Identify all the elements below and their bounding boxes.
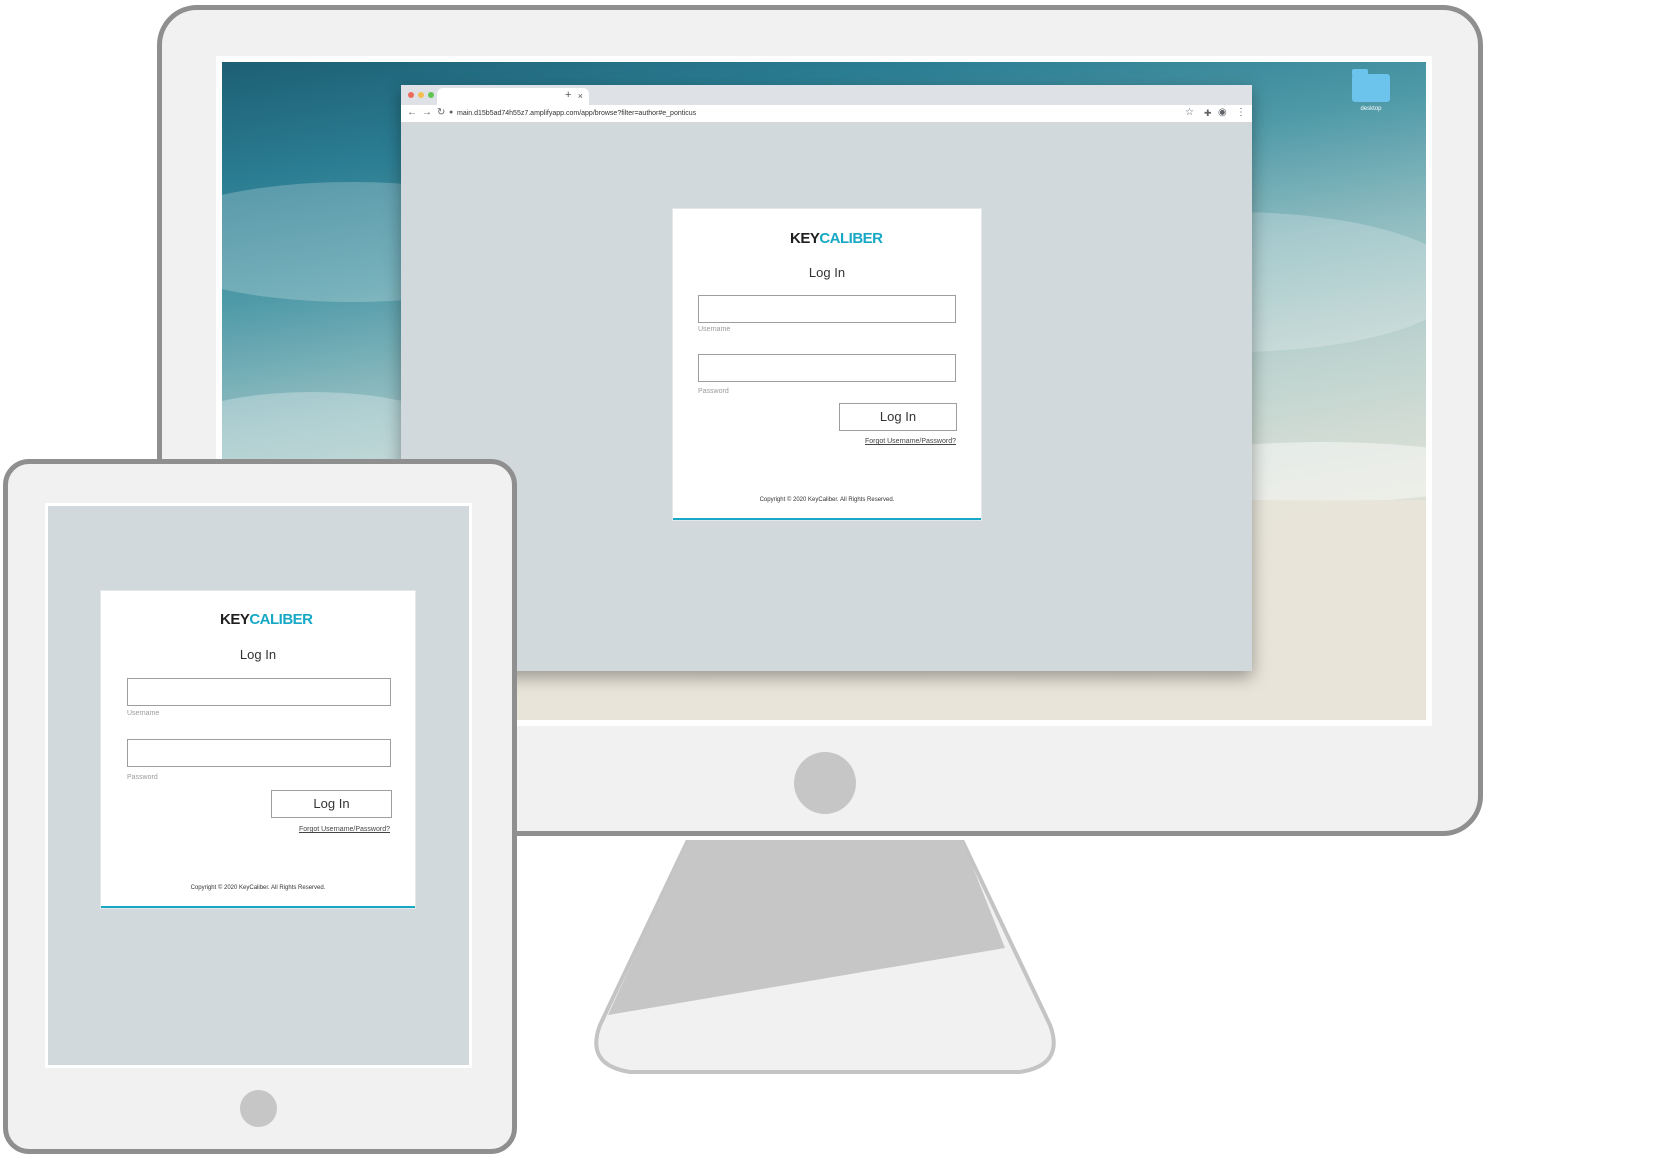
login-card: KEYCALIBER Log In Username Password Log … bbox=[673, 209, 981, 520]
extensions-icon[interactable]: ✚ bbox=[1204, 106, 1212, 120]
lock-icon: ● bbox=[449, 109, 454, 116]
desktop-folder-label: desktop bbox=[1360, 106, 1382, 112]
login-button[interactable]: Log In bbox=[271, 790, 392, 818]
minimize-window-button[interactable] bbox=[418, 92, 424, 98]
username-field[interactable] bbox=[698, 295, 956, 323]
monitor-stand bbox=[594, 840, 1056, 1074]
password-field[interactable] bbox=[127, 739, 391, 767]
new-tab-icon[interactable]: + bbox=[565, 88, 571, 102]
back-icon[interactable]: ← bbox=[407, 106, 417, 120]
tablet-screen: KEYCALIBER Log In Username Password Log … bbox=[45, 503, 472, 1068]
address-bar[interactable]: main.d15b5ad74h55z7.amplifyapp.com/app/b… bbox=[457, 107, 696, 120]
login-button[interactable]: Log In bbox=[839, 403, 957, 431]
maximize-window-button[interactable] bbox=[428, 92, 434, 98]
login-card: KEYCALIBER Log In Username Password Log … bbox=[101, 591, 415, 908]
tablet-home-button bbox=[240, 1090, 277, 1127]
star-icon[interactable]: ☆ bbox=[1185, 106, 1194, 120]
password-field[interactable] bbox=[698, 354, 956, 382]
browser-tab-bar: × + bbox=[401, 85, 1252, 105]
folder-icon bbox=[1352, 69, 1390, 102]
browser-window: × + ← → ↻ ● main.d15b5ad74h55z7.amplifya… bbox=[401, 85, 1252, 671]
tab-close-icon[interactable]: × bbox=[578, 90, 583, 102]
browser-toolbar: ← → ↻ ● main.d15b5ad74h55z7.amplifyapp.c… bbox=[401, 105, 1252, 123]
username-field[interactable] bbox=[127, 678, 391, 706]
menu-icon[interactable]: ⋮ bbox=[1236, 106, 1246, 120]
login-title: Log In bbox=[239, 647, 277, 662]
username-label: Username bbox=[127, 710, 160, 717]
close-window-button[interactable] bbox=[408, 92, 414, 98]
keycaliber-logo: KEYCALIBER bbox=[790, 230, 883, 247]
copyright-text: Copyright © 2020 KeyCaliber. All Rights … bbox=[190, 885, 326, 891]
monitor-home-button bbox=[794, 752, 856, 814]
keycaliber-logo: KEYCALIBER bbox=[220, 611, 313, 628]
forgot-password-link[interactable]: Forgot Username/Password? bbox=[865, 438, 956, 445]
reload-icon[interactable]: ↻ bbox=[437, 106, 445, 120]
copyright-text: Copyright © 2020 KeyCaliber. All Rights … bbox=[759, 497, 895, 503]
login-title: Log In bbox=[808, 265, 846, 280]
password-label: Password bbox=[698, 388, 729, 395]
password-label: Password bbox=[127, 774, 158, 781]
forgot-password-link[interactable]: Forgot Username/Password? bbox=[299, 826, 390, 833]
desktop-folder[interactable]: desktop bbox=[1350, 69, 1392, 112]
forward-icon[interactable]: → bbox=[422, 106, 432, 120]
username-label: Username bbox=[698, 326, 731, 333]
profile-icon[interactable]: ◉ bbox=[1218, 106, 1227, 120]
